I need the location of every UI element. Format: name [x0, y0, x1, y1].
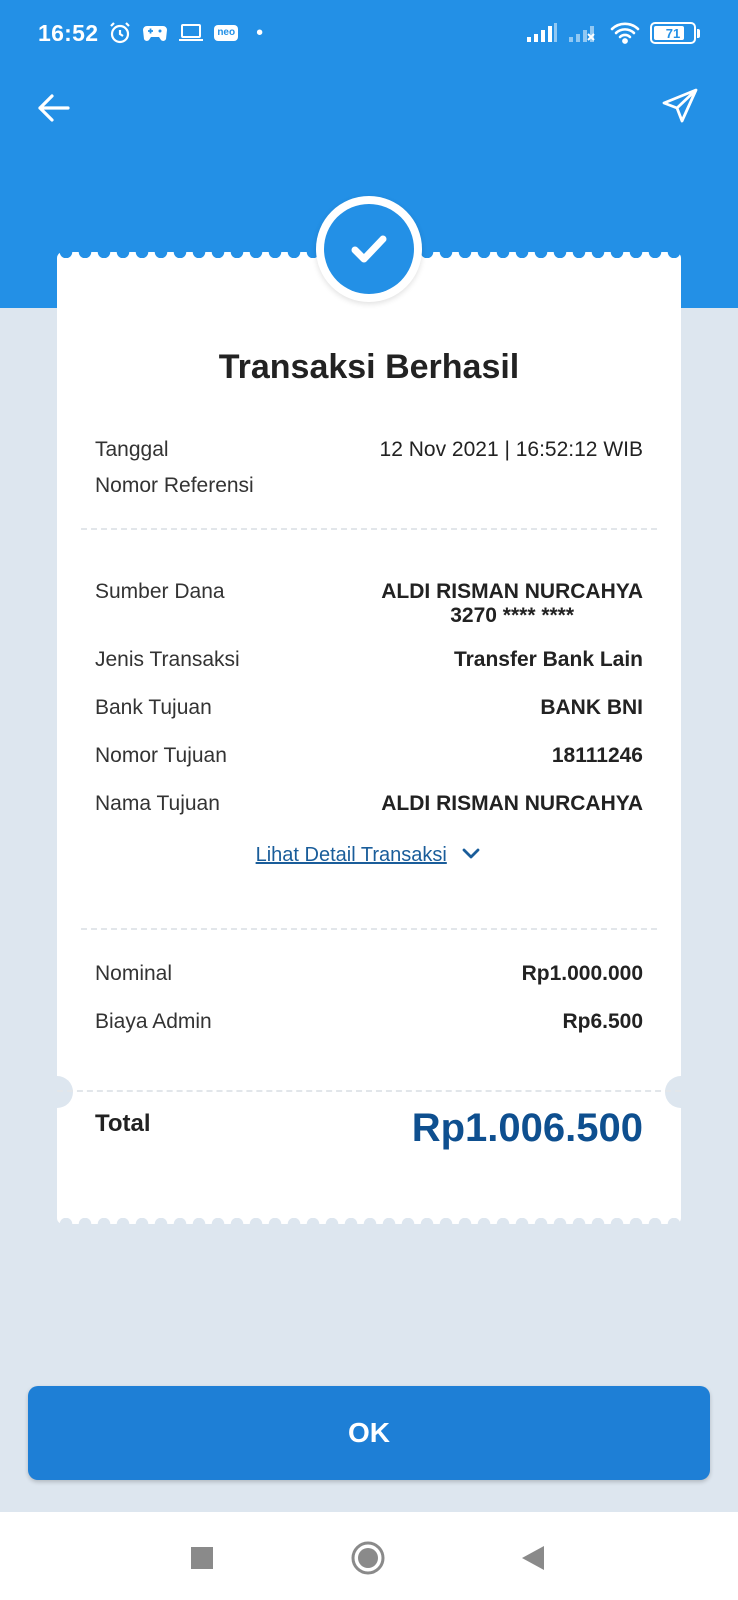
receipt-notch-right: [665, 1076, 697, 1108]
arrow-left-icon: [38, 94, 70, 122]
bank-row: Bank Tujuan BANK BNI: [95, 696, 643, 720]
share-button[interactable]: [658, 84, 702, 128]
divider: [81, 528, 657, 530]
checkmark-icon: [351, 235, 387, 263]
date-value: 12 Nov 2021 | 16:52:12 WIB: [379, 438, 643, 461]
send-icon: [662, 88, 698, 123]
nominal-value: Rp1.000.000: [521, 962, 643, 985]
source-label: Sumber Dana: [95, 580, 225, 603]
divider: [81, 928, 657, 930]
wifi-icon: [610, 22, 640, 44]
admin-label: Biaya Admin: [95, 1010, 212, 1033]
receipt-card: Transaksi Berhasil Tanggal 12 Nov 2021 |…: [41, 246, 697, 1230]
page-title: Transaksi Berhasil: [218, 348, 520, 386]
back-nav-button[interactable]: [520, 1544, 546, 1577]
bank-value: BANK BNI: [540, 696, 643, 719]
ok-button-label[interactable]: OK: [348, 1417, 390, 1449]
square-icon: [191, 1547, 213, 1569]
nominal-label: Nominal: [95, 962, 173, 985]
total-value: Rp1.006.500: [411, 1106, 643, 1150]
detail-link[interactable]: Lihat Detail Transaksi: [57, 844, 681, 867]
admin-value: Rp6.500: [562, 1010, 643, 1033]
back-button[interactable]: [32, 86, 76, 130]
reference-row: Nomor Referensi: [95, 474, 643, 498]
ok-button[interactable]: OK: [28, 1386, 710, 1480]
source-account: 3270 **** ****: [450, 604, 575, 627]
status-time: 16:52: [38, 19, 99, 46]
source-name: ALDI RISMAN NURCAHYA: [381, 580, 643, 603]
date-label: Tanggal: [95, 438, 169, 461]
triangle-left-icon: [522, 1546, 544, 1570]
receipt-notch-left: [41, 1076, 73, 1108]
recents-button[interactable]: [190, 1546, 214, 1575]
signal-x-icon: [568, 23, 600, 43]
type-label: Jenis Transaksi: [95, 648, 240, 671]
laptop-icon: [178, 23, 204, 43]
nominal-row: Nominal Rp1.000.000: [95, 962, 643, 986]
source-row: Sumber Dana ALDI RISMAN NURCAHYA 3270 **…: [95, 580, 643, 628]
dest-name-value: ALDI RISMAN NURCAHYA: [381, 792, 643, 815]
receipt-scallop-bottom: [57, 1218, 681, 1230]
divider: [57, 1090, 681, 1092]
home-button[interactable]: [350, 1540, 386, 1581]
dest-name-row: Nama Tujuan ALDI RISMAN NURCAHYA: [95, 792, 643, 816]
notification-dot-icon: •: [256, 21, 264, 44]
circle-icon: [351, 1541, 385, 1575]
status-bar: 16:52 neo • 71: [0, 0, 738, 66]
reference-label: Nomor Referensi: [95, 474, 254, 497]
neo-icon: neo: [214, 25, 239, 41]
chevron-down-icon: [462, 848, 480, 859]
game-icon: [142, 23, 168, 43]
detail-link-label[interactable]: Lihat Detail Transaksi: [256, 844, 447, 866]
dest-number-label: Nomor Tujuan: [95, 744, 227, 767]
dest-number-value: 18111246: [551, 744, 643, 767]
alarm-icon: [108, 21, 132, 45]
type-value: Transfer Bank Lain: [453, 648, 643, 671]
admin-row: Biaya Admin Rp6.500: [95, 1010, 643, 1034]
signal-icon: [526, 23, 558, 43]
bank-label: Bank Tujuan: [95, 696, 212, 719]
battery-icon: 71: [650, 22, 700, 44]
battery-level: 71: [665, 25, 681, 41]
date-row: Tanggal 12 Nov 2021 | 16:52:12 WIB: [95, 438, 643, 462]
total-label: Total: [95, 1110, 151, 1137]
dest-number-row: Nomor Tujuan 18111246: [95, 744, 643, 768]
type-row: Jenis Transaksi Transfer Bank Lain: [95, 648, 643, 672]
success-badge: [316, 196, 422, 302]
dest-name-label: Nama Tujuan: [95, 792, 220, 815]
